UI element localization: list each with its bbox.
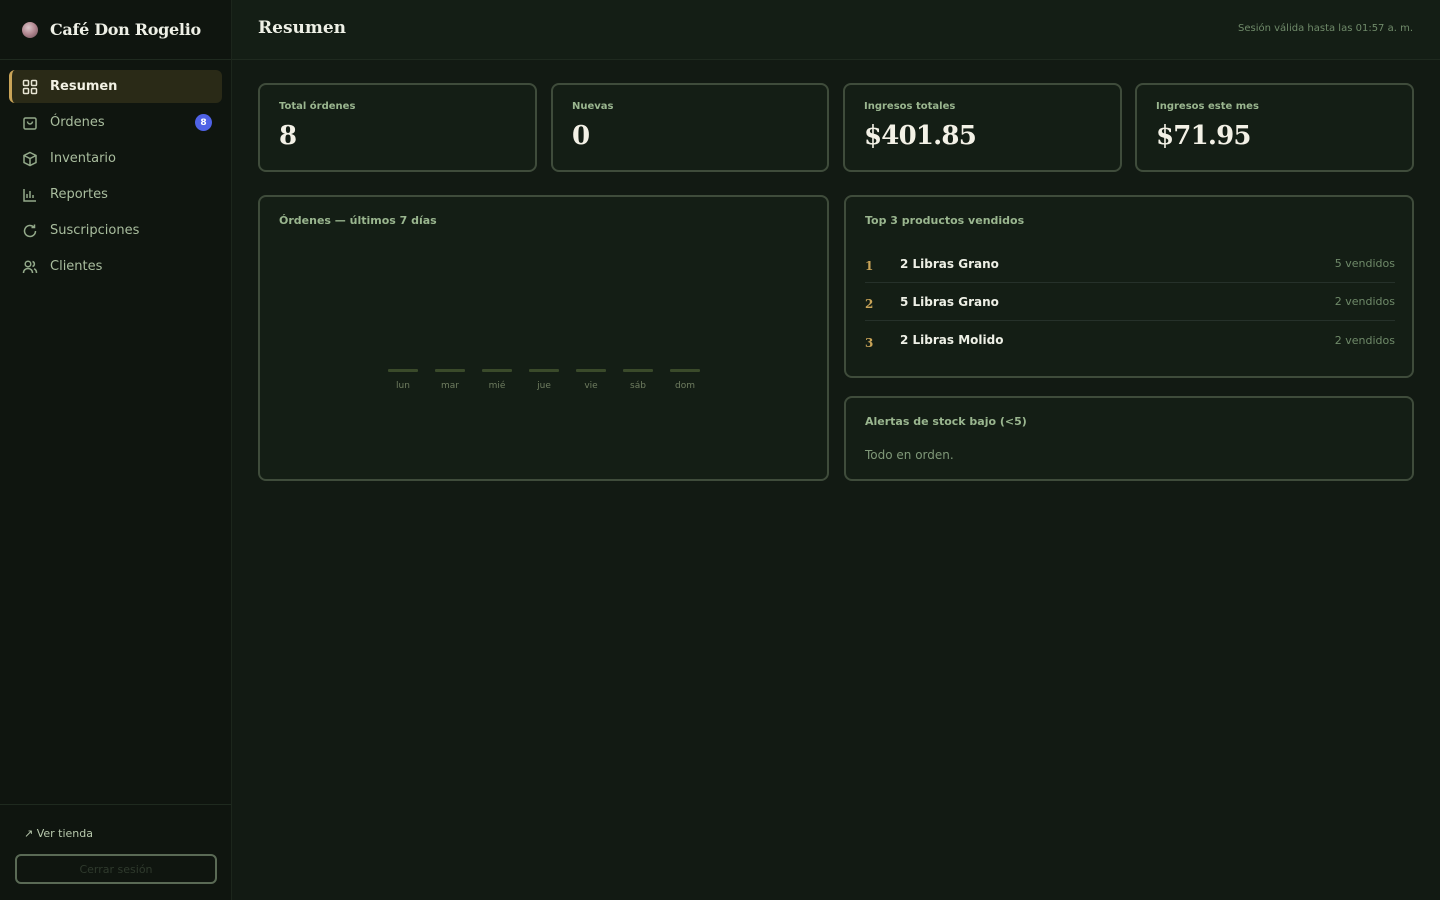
sidebar-item-reportes[interactable]: Reportes: [9, 178, 222, 211]
stat-value: 8: [279, 121, 297, 151]
top-product-row[interactable]: 3 2 Libras Molido 2 vendidos: [865, 321, 1395, 359]
view-store-link[interactable]: ↗ Ver tienda: [24, 827, 93, 840]
sidebar-item-label: Reportes: [50, 187, 108, 202]
stock-alerts-card: Alertas de stock bajo (<5) Todo en orden…: [844, 396, 1414, 481]
sidebar-item-label: Inventario: [50, 151, 116, 166]
stat-card-new-orders: Nuevas 0: [551, 83, 829, 172]
sidebar-item-resumen[interactable]: Resumen: [9, 70, 222, 103]
chart-bar-mar: [435, 369, 465, 372]
sidebar-footer: ↗ Ver tienda Cerrar sesión: [0, 804, 231, 900]
chart-x-tick-label: vie: [584, 381, 598, 391]
page-title: Resumen: [258, 18, 347, 38]
stat-value: 0: [572, 121, 590, 151]
chart-bar-dom: [670, 369, 700, 372]
stat-card-total-revenue: Ingresos totales $401.85: [843, 83, 1122, 172]
box-icon: [22, 151, 38, 167]
product-name: 2 Libras Grano: [900, 256, 999, 271]
product-name: 5 Libras Grano: [900, 294, 999, 309]
sidebar-item-inventario[interactable]: Inventario: [9, 142, 222, 175]
chart-icon: [22, 187, 38, 203]
product-rank: 2: [865, 297, 874, 311]
users-icon: [22, 259, 38, 275]
stat-label: Nuevas: [572, 101, 614, 112]
product-rank: 3: [865, 335, 874, 350]
product-sold-count: 5 vendidos: [1334, 257, 1395, 270]
stock-alerts-message: Todo en orden.: [865, 448, 954, 462]
chart-bar-lun: [388, 369, 418, 372]
product-sold-count: 2 vendidos: [1334, 295, 1395, 308]
top-products-title: Top 3 productos vendidos: [865, 214, 1025, 227]
stat-label: Total órdenes: [279, 101, 356, 112]
stock-alerts-title: Alertas de stock bajo (<5): [865, 415, 1027, 428]
session-expiry-text: Sesión válida hasta las 01:57 a. m.: [1238, 23, 1413, 34]
refresh-icon: [22, 223, 38, 239]
chart-x-tick-label: jue: [536, 381, 551, 391]
orders-count-badge: 8: [195, 114, 212, 131]
top-header: Resumen Sesión válida hasta las 01:57 a.…: [232, 0, 1440, 60]
product-sold-count: 2 vendidos: [1334, 333, 1395, 347]
brand-name: Café Don Rogelio: [50, 20, 201, 39]
chart-x-tick-label: lun: [396, 381, 410, 391]
stat-label: Ingresos totales: [864, 101, 956, 112]
stat-card-month-revenue: Ingresos este mes $71.95: [1135, 83, 1414, 172]
orders-bar-chart: lun mar mié jue vie sáb dom: [388, 369, 700, 391]
grid-icon: [22, 79, 38, 95]
stat-label: Ingresos este mes: [1156, 101, 1259, 112]
bag-icon: [22, 115, 38, 131]
stat-value: $401.85: [864, 121, 977, 151]
orders-chart-card: Órdenes — últimos 7 días lun mar mié jue vie…: [258, 195, 829, 481]
sidebar-item-suscripciones[interactable]: Suscripciones: [9, 214, 222, 247]
stat-value: $71.95: [1156, 121, 1252, 151]
top-product-row[interactable]: 1 2 Libras Grano 5 vendidos: [865, 245, 1395, 283]
product-name: 2 Libras Molido: [900, 333, 1004, 347]
logout-button[interactable]: Cerrar sesión: [15, 854, 217, 884]
chart-bar-jue: [529, 369, 559, 372]
coffee-logo-icon: [22, 21, 38, 38]
sidebar-item-ordenes[interactable]: Órdenes 8: [9, 106, 222, 139]
chart-x-tick-label: sáb: [630, 381, 646, 391]
sidebar-item-label: Suscripciones: [50, 223, 140, 238]
brand[interactable]: Café Don Rogelio: [0, 0, 231, 60]
sidebar-nav: Resumen Órdenes 8 Inventario Reportes Su…: [0, 60, 231, 296]
chart-x-tick-label: mié: [489, 380, 506, 391]
sidebar-item-label: Clientes: [50, 259, 103, 274]
chart-bar-sáb: [623, 369, 653, 372]
chart-x-tick-label: mar: [441, 381, 459, 391]
chart-bar-mié: [482, 369, 512, 372]
sidebar-item-label: Resumen: [50, 79, 118, 94]
sidebar-item-clientes[interactable]: Clientes: [9, 250, 222, 283]
chart-x-tick-label: dom: [675, 381, 695, 391]
product-rank: 1: [865, 259, 874, 273]
sidebar: Café Don Rogelio Resumen Órdenes 8 Inven…: [0, 0, 232, 900]
stat-card-total-orders: Total órdenes 8: [258, 83, 537, 172]
chart-bar-vie: [576, 369, 606, 372]
top-products-card: Top 3 productos vendidos 1 2 Libras Gran…: [844, 195, 1414, 378]
sidebar-item-label: Órdenes: [50, 115, 105, 130]
top-product-row[interactable]: 2 5 Libras Grano 2 vendidos: [865, 283, 1395, 321]
